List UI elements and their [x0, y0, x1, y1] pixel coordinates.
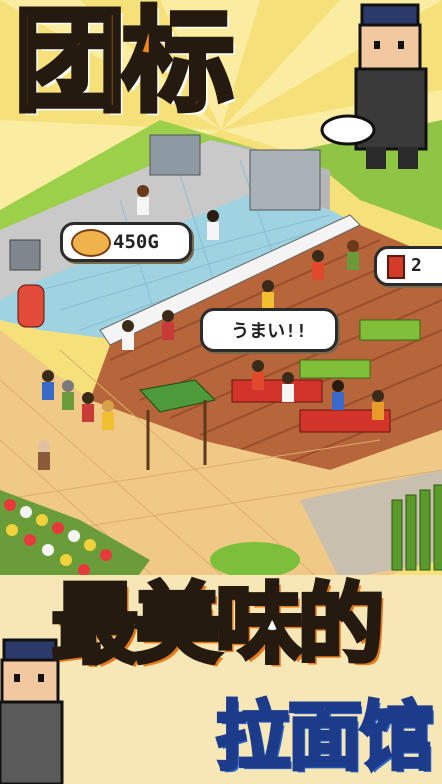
refrigerator	[249, 149, 321, 211]
promo-title: 团标	[12, 0, 237, 127]
bush	[210, 542, 300, 578]
ramen-bowl-icon	[71, 229, 111, 257]
bench	[299, 359, 371, 379]
bench	[231, 379, 323, 403]
speech-bubble: うまい!!	[200, 308, 338, 352]
stove	[149, 134, 201, 176]
price-bubble: 450G	[60, 222, 192, 262]
drink-can-icon	[387, 255, 405, 279]
promo-tagline: 最美味的	[50, 575, 387, 675]
price-label: 450G	[113, 231, 159, 253]
stat-bubble: 2	[374, 246, 442, 286]
stat-value: 2	[411, 255, 422, 276]
game-scene: 450G うまい!! 2 团标 最美味的 拉面馆	[0, 0, 442, 784]
bench	[359, 319, 421, 341]
promo-subtitle: 拉面馆	[214, 694, 436, 780]
lantern	[17, 284, 45, 328]
